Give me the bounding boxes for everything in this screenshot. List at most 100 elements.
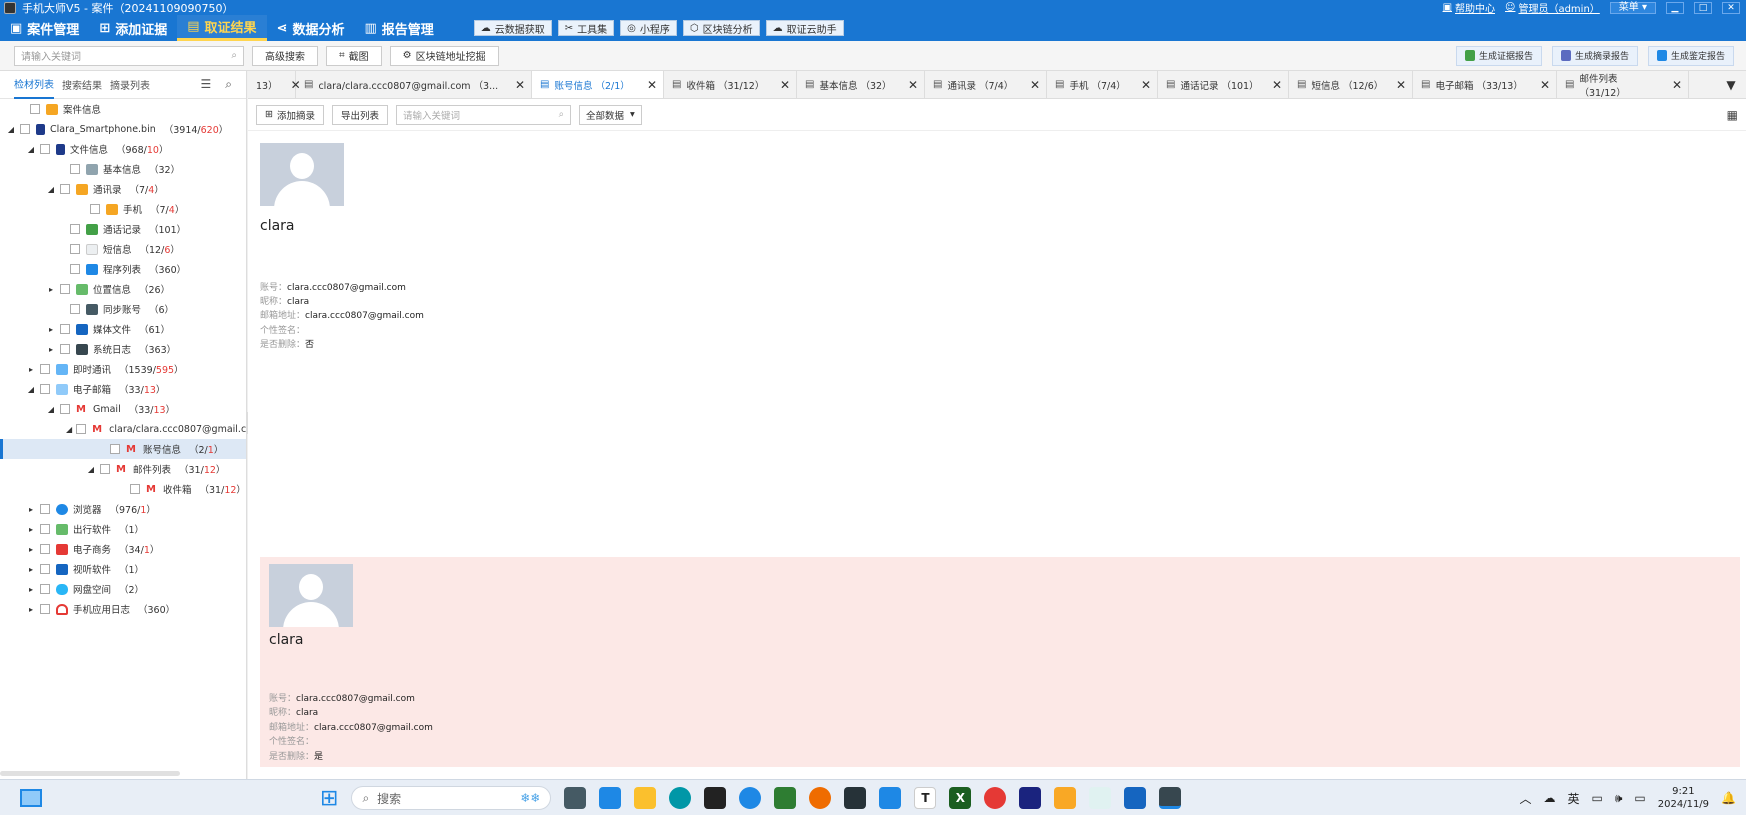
close-icon[interactable]: ✕ xyxy=(1540,78,1550,92)
tab-list-dropdown-icon[interactable]: ▼ xyxy=(1716,71,1746,98)
keyword-search-input[interactable]: 请输入关键词 ⌕ xyxy=(14,45,244,66)
tab-account-info[interactable]: ▤ 账号信息 （2/1） ✕ xyxy=(532,71,664,98)
evidence-report-button[interactable]: 生成证据报告 xyxy=(1455,45,1542,66)
tree-checkbox[interactable] xyxy=(70,224,80,234)
tree-checkbox[interactable] xyxy=(40,144,50,154)
close-icon[interactable]: ✕ xyxy=(1141,78,1151,92)
notepad-icon[interactable] xyxy=(1124,787,1147,809)
tab-truncated[interactable]: 13） ✕ xyxy=(248,71,301,98)
tree-checkbox[interactable] xyxy=(40,504,50,514)
tree-checkbox[interactable] xyxy=(40,384,50,394)
chrome-icon[interactable] xyxy=(984,787,1007,809)
store-icon[interactable] xyxy=(599,787,622,809)
notification-icon[interactable]: 🔔 xyxy=(1721,791,1736,805)
tree-checkbox[interactable] xyxy=(70,164,80,174)
close-icon[interactable]: ✕ xyxy=(1272,78,1282,92)
forensic-results-tab[interactable]: ▤ 取证结果 xyxy=(177,15,267,41)
tree-item-location[interactable]: ▸ 位置信息 （26） xyxy=(0,279,246,299)
tab-sms[interactable]: ▤ 短信息 （12/6） ✕ xyxy=(1289,71,1413,98)
tree-checkbox[interactable] xyxy=(30,104,40,114)
tree-checkbox[interactable] xyxy=(70,244,80,254)
tree-checkbox[interactable] xyxy=(110,444,120,454)
search-icon[interactable]: ⌕ xyxy=(559,109,564,120)
expand-arrow-icon[interactable]: ◢ xyxy=(26,145,36,154)
expand-arrow-icon[interactable]: ◢ xyxy=(6,125,16,134)
tree-item-gmail[interactable]: ◢ M Gmail （33/13） xyxy=(0,399,246,419)
expand-arrow-icon[interactable]: ◢ xyxy=(26,385,36,394)
tree-item-travel-apps[interactable]: ▸ 出行软件 （1） xyxy=(0,519,246,539)
cloud-data-button[interactable]: ☁ 云数据获取 xyxy=(473,20,552,36)
content-search-input[interactable]: 请输入关键词 ⌕ xyxy=(396,104,571,125)
typora-icon[interactable]: T xyxy=(914,787,937,809)
tree-checkbox[interactable] xyxy=(40,544,50,554)
tree-item-contacts[interactable]: ◢ 通讯录 （7/4） xyxy=(0,179,246,199)
tree-checkbox[interactable] xyxy=(40,524,50,534)
tree-item-call-log[interactable]: 通话记录 （101） xyxy=(0,219,246,239)
tree-item-case-info[interactable]: 案件信息 xyxy=(0,99,246,119)
case-management-tab[interactable]: ▣ 案件管理 xyxy=(0,15,89,41)
tree-checkbox[interactable] xyxy=(76,424,87,434)
add-excerpt-button[interactable]: ⊞ 添加摘录 xyxy=(256,104,324,125)
close-icon[interactable]: ✕ xyxy=(1030,78,1040,92)
maximize-button[interactable]: □ xyxy=(1694,1,1712,14)
tab-basic-info[interactable]: ▤ 基本信息 （32） ✕ xyxy=(797,71,925,98)
tree-checkbox[interactable] xyxy=(60,404,70,414)
tab-phone[interactable]: ▤ 手机 （7/4） ✕ xyxy=(1047,71,1158,98)
tab-search-results[interactable]: 搜索结果 xyxy=(62,71,102,98)
forensic-tool-icon[interactable] xyxy=(1089,787,1112,809)
tree-item-ecommerce[interactable]: ▸ 电子商务 （34/1） xyxy=(0,539,246,559)
book-app-icon[interactable] xyxy=(704,787,727,809)
tree-item-gmail-account[interactable]: ◢Mclara/clara.ccc0807@gmail.com xyxy=(0,419,246,439)
tree-item-inbox[interactable]: M 收件箱 （31/12） xyxy=(0,479,246,499)
grid-view-icon[interactable]: ▦ xyxy=(1727,108,1738,122)
clock[interactable]: 9:21 2024/11/9 xyxy=(1658,785,1709,811)
tab-mail-list[interactable]: ▤ 邮件列表 （31/12） ✕ xyxy=(1557,71,1689,98)
notes-app-icon[interactable] xyxy=(1054,787,1077,809)
advanced-search-button[interactable]: 高级搜索 xyxy=(252,45,318,66)
monitor-icon[interactable]: ▭ xyxy=(1592,791,1603,805)
close-icon[interactable]: ✕ xyxy=(908,78,918,92)
tree-checkbox[interactable] xyxy=(70,304,80,314)
tree-checkbox[interactable] xyxy=(130,484,140,494)
tree-item-email[interactable]: ◢ 电子邮箱 （33/13） xyxy=(0,379,246,399)
excerpt-report-button[interactable]: 生成摘录报告 xyxy=(1551,45,1638,66)
horizontal-scrollbar[interactable] xyxy=(0,771,180,776)
firefox-icon[interactable] xyxy=(809,787,832,809)
windows-start-icon[interactable]: ⊞ xyxy=(320,786,338,811)
tree-checkbox[interactable] xyxy=(40,584,50,594)
excel-icon[interactable]: X xyxy=(949,787,972,809)
expand-arrow-icon[interactable]: ▸ xyxy=(26,585,36,594)
blockchain-address-button[interactable]: ⚙ 区块链地址挖掘 xyxy=(389,45,499,66)
close-icon[interactable]: ✕ xyxy=(515,78,525,92)
tab-inbox[interactable]: ▤ 收件箱 （31/12） ✕ xyxy=(664,71,797,98)
close-icon[interactable]: ✕ xyxy=(780,78,790,92)
data-filter-select[interactable]: 全部数据 ▾ xyxy=(579,104,642,125)
tree-item-cloud-drive[interactable]: ▸ 网盘空间 （2） xyxy=(0,579,246,599)
tree-item-sms[interactable]: 短信息 （12/6） xyxy=(0,239,246,259)
close-icon[interactable]: ✕ xyxy=(1672,78,1682,92)
data-analysis-tab[interactable]: ⋖ 数据分析 xyxy=(267,15,355,41)
expand-arrow-icon[interactable]: ▸ xyxy=(26,505,36,514)
tree-item-sync-accounts[interactable]: 同步账号 （6） xyxy=(0,299,246,319)
feishu-icon[interactable] xyxy=(879,787,902,809)
messaging-app-icon[interactable] xyxy=(774,787,797,809)
tree-checkbox[interactable] xyxy=(100,464,110,474)
expand-arrow-icon[interactable]: ◢ xyxy=(46,405,56,414)
tree-item-system-log[interactable]: ▸ 系统日志 （363） xyxy=(0,339,246,359)
tree-search-icon[interactable]: ⌕ xyxy=(225,77,232,92)
tree-item-instant-messaging[interactable]: ▸ 即时通讯 （1539/595） xyxy=(0,359,246,379)
menu-button[interactable]: 菜单 ▾ xyxy=(1609,1,1656,14)
expand-arrow-icon[interactable]: ▸ xyxy=(46,325,56,334)
minimize-button[interactable]: ▁ xyxy=(1666,1,1684,14)
tree-item-mail-list[interactable]: ◢ M 邮件列表 （31/12） xyxy=(0,459,246,479)
blockchain-analysis-button[interactable]: ⬡ 区块链分析 xyxy=(682,20,760,36)
input-language[interactable]: 英 xyxy=(1568,790,1580,807)
volume-icon[interactable]: 🕪 xyxy=(1615,791,1623,806)
expand-arrow-icon[interactable]: ▸ xyxy=(46,285,56,294)
search-icon[interactable]: ⌕ xyxy=(231,50,237,61)
toolset-button[interactable]: ✂ 工具集 xyxy=(557,20,615,36)
edge-icon[interactable] xyxy=(669,787,692,809)
tree-checkbox[interactable] xyxy=(60,344,70,354)
tree-item-app-logs[interactable]: ▸ 手机应用日志 （360） xyxy=(0,599,246,619)
tree-checkbox[interactable] xyxy=(60,184,70,194)
